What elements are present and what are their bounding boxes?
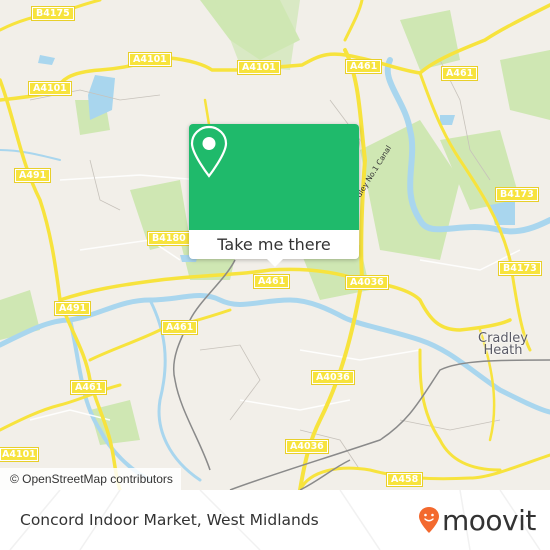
moovit-pin-icon bbox=[419, 507, 439, 533]
road-label-a461: A461 bbox=[440, 66, 479, 81]
road-label-a461: A461 bbox=[252, 274, 291, 289]
road-label-a4036: A4036 bbox=[311, 370, 355, 385]
footer: Concord Indoor Market, West Midlands moo… bbox=[0, 490, 550, 550]
road-label-a4101: A4101 bbox=[237, 60, 281, 75]
location-popup: Take me there bbox=[189, 124, 359, 267]
road-label-a491: A491 bbox=[53, 301, 92, 316]
road-label-b4180: B4180 bbox=[147, 231, 191, 246]
take-me-there-button[interactable]: Take me there bbox=[189, 230, 359, 259]
road-label-a461: A461 bbox=[69, 380, 108, 395]
road-label-a4036: A4036 bbox=[285, 439, 329, 454]
map[interactable]: B4175 A4101 A4101 A4101 A461 A461 A491 B… bbox=[0, 0, 550, 490]
road-label-a4036: A4036 bbox=[345, 275, 389, 290]
road-label-a491: A491 bbox=[13, 168, 52, 183]
popup-header bbox=[189, 124, 359, 230]
road-label-a461: A461 bbox=[160, 320, 199, 335]
place-label-cradley-heath: Cradley Heath bbox=[478, 331, 528, 358]
location-title: Concord Indoor Market, West Midlands bbox=[20, 511, 319, 529]
map-attribution[interactable]: © OpenStreetMap contributors bbox=[0, 468, 181, 490]
moovit-wordmark: moovit bbox=[442, 503, 536, 537]
moovit-logo[interactable]: moovit bbox=[418, 502, 536, 538]
road-label-a4101: A4101 bbox=[128, 52, 172, 67]
road-label-a461: A461 bbox=[344, 59, 383, 74]
road-label-b4173: B4173 bbox=[498, 261, 542, 276]
road-label-a4101: A4101 bbox=[28, 81, 72, 96]
road-label-b4173: B4173 bbox=[495, 187, 539, 202]
road-label-a4101: A4101 bbox=[0, 447, 39, 462]
map-pin-icon bbox=[190, 125, 228, 178]
road-label-b4175: B4175 bbox=[31, 6, 75, 21]
road-label-a458: A458 bbox=[385, 472, 424, 487]
popup-tail bbox=[266, 258, 284, 267]
